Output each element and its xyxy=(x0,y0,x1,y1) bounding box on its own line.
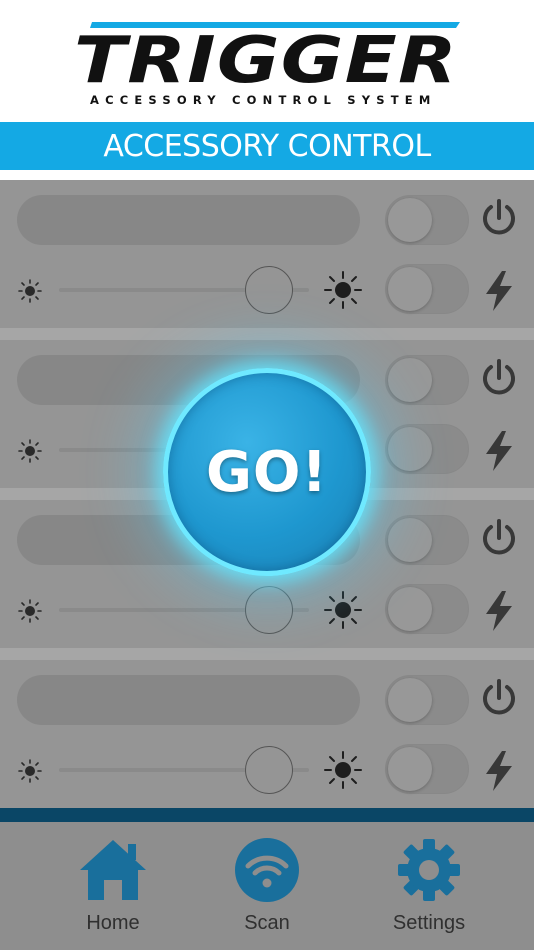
go-button[interactable]: GO! xyxy=(163,368,371,576)
brightness-slider-thumb[interactable] xyxy=(245,586,293,634)
toggle-knob xyxy=(388,267,432,311)
trigger-logo: TRIGGER xyxy=(74,22,460,92)
brightness-low-icon xyxy=(18,599,42,623)
toggle-knob xyxy=(388,518,432,562)
accessory-card-1 xyxy=(0,180,534,328)
brightness-high-icon xyxy=(324,271,362,309)
brightness-low-icon xyxy=(18,439,42,463)
flash-icon xyxy=(486,751,512,791)
flash-toggle[interactable] xyxy=(385,424,469,474)
flash-icon xyxy=(486,591,512,631)
wifi-icon xyxy=(235,838,299,902)
accessory-name-field[interactable] xyxy=(17,675,360,725)
power-icon xyxy=(483,199,515,235)
flash-toggle[interactable] xyxy=(385,744,469,794)
go-button-label: GO! xyxy=(205,439,329,505)
tabbar-divider xyxy=(0,808,534,822)
page-title: ACCESSORY CONTROL xyxy=(103,128,431,164)
card-divider xyxy=(0,648,534,660)
tab-scan-label: Scan xyxy=(244,912,290,934)
accessory-name-field[interactable] xyxy=(17,195,360,245)
power-toggle[interactable] xyxy=(385,675,469,725)
brightness-high-icon xyxy=(324,751,362,789)
title-divider xyxy=(0,170,534,180)
title-bar: ACCESSORY CONTROL xyxy=(0,122,534,170)
brightness-high-icon xyxy=(324,591,362,629)
home-icon xyxy=(80,840,146,900)
tab-scan[interactable]: Scan xyxy=(197,838,337,948)
logo-subtitle: ACCESSORY CONTROL SYSTEM xyxy=(90,93,437,107)
flash-icon xyxy=(486,271,512,311)
flash-icon xyxy=(486,431,512,471)
toggle-knob xyxy=(388,358,432,402)
power-icon xyxy=(483,519,515,555)
power-icon xyxy=(483,359,515,395)
power-icon xyxy=(483,679,515,715)
power-toggle[interactable] xyxy=(385,195,469,245)
brightness-low-icon xyxy=(18,759,42,783)
toggle-knob xyxy=(388,427,432,471)
card-divider xyxy=(0,328,534,340)
tab-home-label: Home xyxy=(86,912,140,934)
flash-toggle[interactable] xyxy=(385,264,469,314)
power-toggle[interactable] xyxy=(385,515,469,565)
accessory-card-4 xyxy=(0,660,534,808)
toggle-knob xyxy=(388,678,432,722)
gear-icon xyxy=(398,839,460,901)
logo-wordmark: TRIGGER xyxy=(74,24,458,92)
app-header: TRIGGER ACCESSORY CONTROL SYSTEM xyxy=(0,0,534,122)
brightness-low-icon xyxy=(18,279,42,303)
tab-settings[interactable]: Settings xyxy=(359,838,499,948)
toggle-knob xyxy=(388,747,432,791)
tab-bar: Home Scan Settings xyxy=(0,822,534,950)
brightness-slider-thumb[interactable] xyxy=(245,266,293,314)
toggle-knob xyxy=(388,198,432,242)
tab-settings-label: Settings xyxy=(392,912,466,934)
flash-toggle[interactable] xyxy=(385,584,469,634)
brightness-slider-thumb[interactable] xyxy=(245,746,293,794)
power-toggle[interactable] xyxy=(385,355,469,405)
tab-home[interactable]: Home xyxy=(43,838,183,948)
toggle-knob xyxy=(388,587,432,631)
